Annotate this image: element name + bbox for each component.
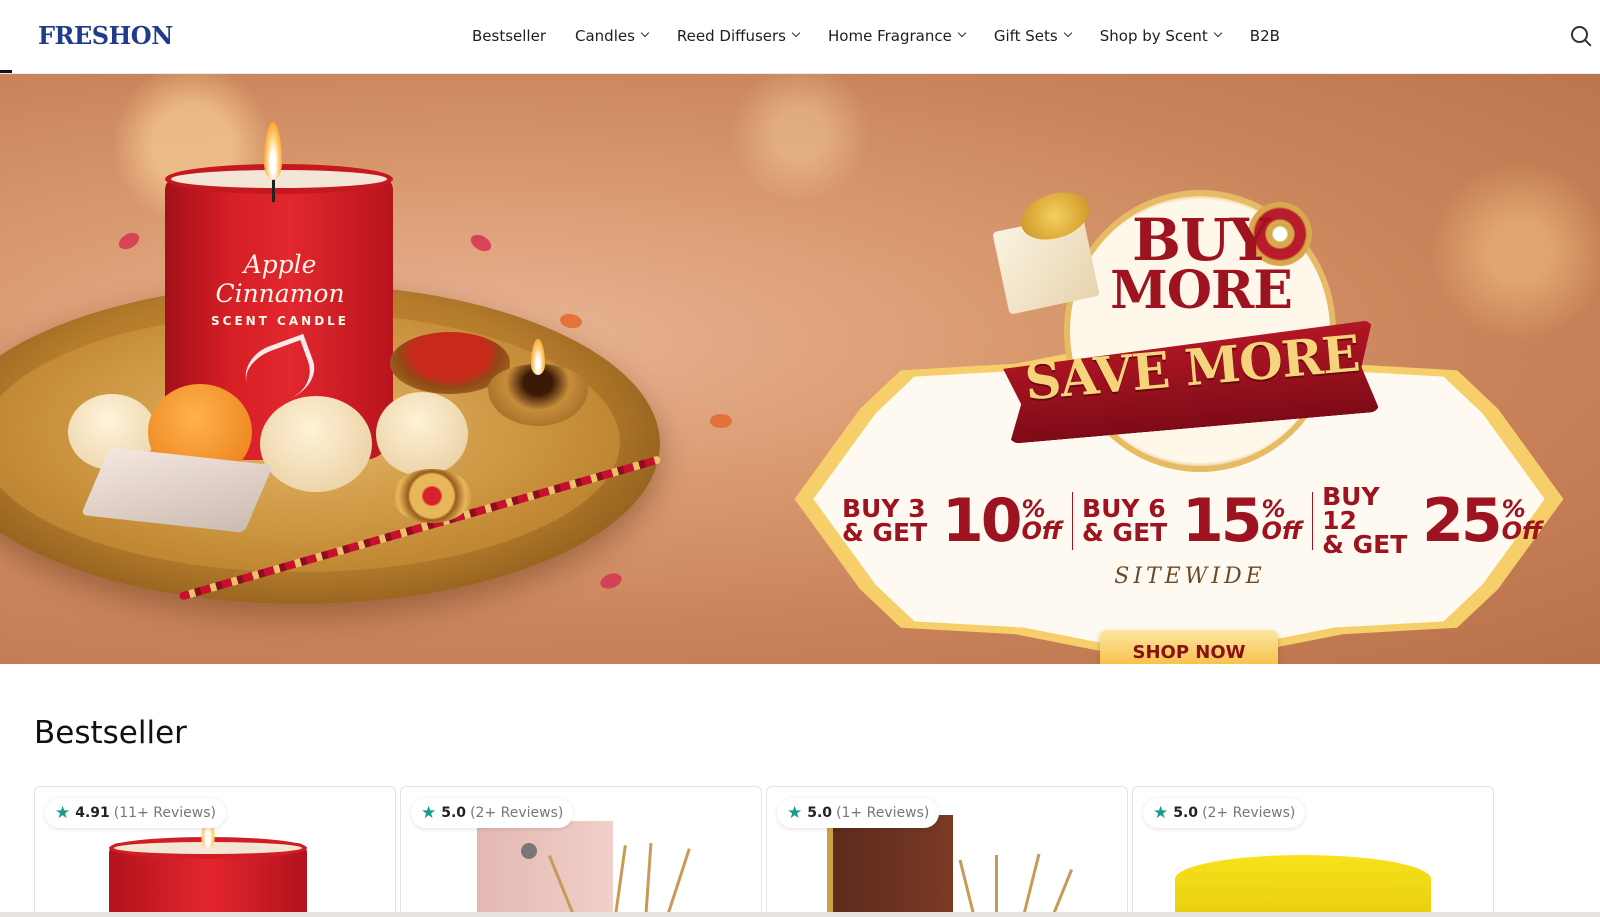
candle-label-sub: SCENT CANDLE [211,314,349,328]
star-icon: ★ [787,803,803,823]
reed-stick [666,848,691,916]
petal-decoration [467,231,495,255]
petal-decoration [710,414,732,428]
offer-tiers: BUY 3 & GET 10 % Off BUY 6 & GET 15 % Off BU… [842,482,1542,559]
rating-badge: ★ 4.91 (11+ Reviews) [45,798,226,828]
nav-label: Candles [575,27,635,45]
brand-logo-text: FRESHON [38,21,173,50]
rating-badge: ★ 5.0 (2+ Reviews) [411,798,574,828]
offer-tier: BUY 6 & GET 15 % Off [1082,486,1302,556]
offer-tier-value: 15 [1182,486,1262,556]
nav-label: B2B [1249,27,1280,45]
reed-stick [1020,853,1041,917]
offer-tier-unit: % Off [1261,495,1302,545]
nav-item-b2b[interactable]: B2B [1250,27,1280,45]
chevron-down-icon [791,28,801,38]
sweet-peda [376,392,468,476]
product-image[interactable] [1175,855,1431,917]
sweet-peda [260,396,372,492]
product-carousel: ★ 4.91 (11+ Reviews) ★ 5.0 (2+ Reviews) … [34,786,1564,917]
chevron-down-icon [1063,28,1072,38]
nav-label: Shop by Scent [1099,27,1208,45]
review-count: (2+ Reviews) [470,805,564,821]
offer-scope: SITEWIDE [1114,564,1266,589]
offer-headline-line1: BUY [1131,206,1271,274]
offer-tier-label: BUY 12 & GET [1322,482,1408,559]
nav-label: Gift Sets [993,27,1058,45]
nav-item-reed-diffusers[interactable]: Reed Diffusers [676,27,801,45]
shop-now-button[interactable]: SHOP NOW [1100,630,1278,664]
brand-logo[interactable]: FRESHON [38,21,173,50]
horizontal-scrollbar[interactable] [0,912,1600,917]
main-nav: Bestseller Candles Reed Diffusers Home F… [472,0,1309,72]
nav-item-shop-by-scent[interactable]: Shop by Scent [1099,27,1223,45]
product-image-cap [521,843,537,859]
chevron-down-icon [1213,28,1223,38]
nav-label: Reed Diffusers [676,27,786,45]
chevron-down-icon [957,28,967,38]
offer-headline: BUY MORE [1096,206,1306,322]
candle-flame [264,122,282,180]
candle-wick [272,178,275,202]
site-header: FRESHON Bestseller Candles Reed Diffuser… [0,0,1600,74]
reed-stick [958,859,979,917]
rating-score: 5.0 [807,805,833,821]
candle-label-name: Apple Cinnamon [215,250,345,308]
reed-stick [644,842,653,914]
rating-score: 5.0 [441,805,467,821]
offer-tier-label: BUY 3 & GET [842,494,928,547]
offer-tier-value: 10 [942,486,1022,556]
star-icon: ★ [55,803,71,823]
petal-decoration [598,570,624,592]
review-count: (1+ Reviews) [836,805,930,821]
section-title-bestseller: Bestseller [34,715,187,751]
product-card[interactable]: ★ 4.91 (11+ Reviews) [34,786,396,917]
search-icon[interactable] [1571,26,1588,43]
petal-decoration [558,312,584,330]
nav-label: Home Fragrance [828,27,952,45]
offer-tier-value: 25 [1422,486,1502,556]
rating-badge: ★ 5.0 (1+ Reviews) [777,798,940,828]
star-icon: ★ [421,803,437,823]
product-image[interactable] [477,821,613,917]
rating-score: 4.91 [75,805,110,821]
product-card[interactable]: ★ 5.0 (2+ Reviews) [400,786,762,917]
reed-stick [995,855,998,917]
nav-item-candles[interactable]: Candles [575,27,650,45]
offer-tier-unit: % Off [1021,495,1062,545]
offer-tier-label: BUY 6 & GET [1082,494,1168,547]
petal-decoration [115,229,143,253]
nav-label: Bestseller [472,27,546,45]
reed-stick [1043,868,1074,917]
star-icon: ★ [1153,803,1169,823]
nav-item-gift-sets[interactable]: Gift Sets [993,27,1072,45]
nav-item-bestseller[interactable]: Bestseller [472,27,546,45]
reed-stick [614,845,627,915]
page-progress-indicator [0,70,12,73]
chevron-down-icon [640,28,650,38]
product-card[interactable]: ★ 5.0 (1+ Reviews) [766,786,1128,917]
product-card[interactable]: ★ 5.0 (2+ Reviews) [1132,786,1494,917]
offer-tier-unit: % Off [1501,495,1542,545]
rating-score: 5.0 [1173,805,1199,821]
product-image-trim [827,815,953,917]
review-count: (2+ Reviews) [1202,805,1296,821]
rating-badge: ★ 5.0 (2+ Reviews) [1143,798,1306,828]
hero-banner[interactable]: Apple Cinnamon SCENT CANDLE BUY MORE SAV… [0,74,1600,664]
offer-tier: BUY 12 & GET 25 % Off [1322,482,1542,559]
offer-tier: BUY 3 & GET 10 % Off [842,486,1062,556]
review-count: (11+ Reviews) [113,805,216,821]
nav-item-home-fragrance[interactable]: Home Fragrance [828,27,967,45]
rakhi-ornament [392,469,472,523]
offer-headline-line2: MORE [1110,260,1293,322]
